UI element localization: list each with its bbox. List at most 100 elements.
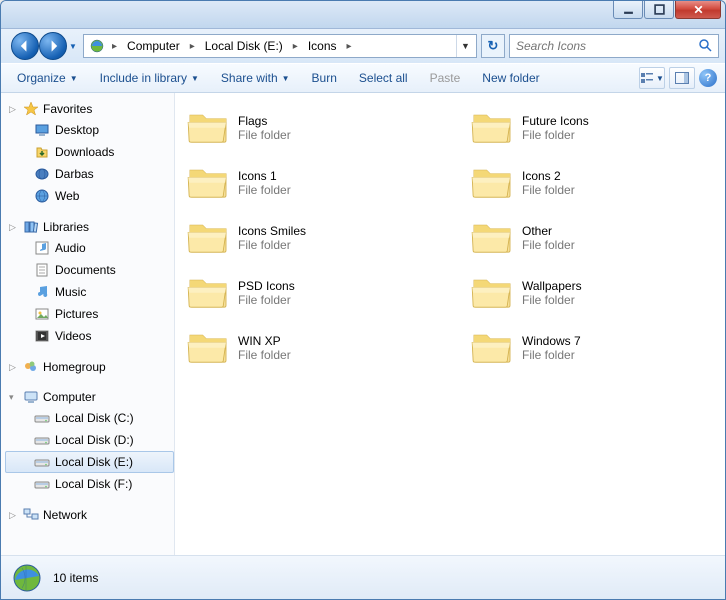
item-label: Pictures [55,307,98,321]
favorites-group[interactable]: ▷ Favorites [5,99,174,119]
folder-tile[interactable]: Icons 2File folder [465,158,719,207]
folder-tile[interactable]: WallpapersFile folder [465,268,719,317]
folder-tile[interactable]: PSD IconsFile folder [181,268,435,317]
computer-group[interactable]: ▾ Computer [5,387,174,407]
search-input[interactable] [516,39,698,53]
nav-item[interactable]: Desktop [5,119,174,141]
nav-item[interactable]: Local Disk (D:) [5,429,174,451]
item-label: Videos [55,329,91,343]
folder-tile[interactable]: Future IconsFile folder [465,103,719,152]
nav-item[interactable]: Darbas [5,163,174,185]
item-icon [34,476,50,492]
include-in-library-button[interactable]: Include in library▼ [92,68,207,88]
nav-item[interactable]: Downloads [5,141,174,163]
computer-label: Computer [43,390,96,404]
navbar: ▼ ▸ Computer ▸ Local Disk (E:) ▸ Icons ▸… [1,29,725,63]
folder-tile[interactable]: Windows 7File folder [465,323,719,372]
forward-button[interactable] [39,32,67,60]
burn-button[interactable]: Burn [304,68,345,88]
item-icon [34,328,50,344]
folder-icon [186,218,230,257]
folder-tile[interactable]: Icons SmilesFile folder [181,213,435,262]
folder-tile[interactable]: OtherFile folder [465,213,719,262]
new-folder-button[interactable]: New folder [474,68,547,88]
nav-item[interactable]: Local Disk (C:) [5,407,174,429]
libraries-icon [23,219,39,235]
libraries-label: Libraries [43,220,89,234]
breadcrumb-segment[interactable]: Computer [121,35,186,57]
nav-item[interactable]: Local Disk (E:) [5,451,174,473]
folder-name: Icons 1 [238,169,291,183]
item-icon [34,306,50,322]
item-label: Local Disk (F:) [55,477,132,491]
back-button[interactable] [11,32,39,60]
folder-name: Windows 7 [522,334,581,348]
folder-tile[interactable]: FlagsFile folder [181,103,435,152]
minimize-button[interactable] [613,1,643,19]
network-label: Network [43,508,87,522]
address-bar[interactable]: ▸ Computer ▸ Local Disk (E:) ▸ Icons ▸ ▼ [83,34,477,58]
folder-type: File folder [522,183,575,197]
address-history-dropdown[interactable]: ▼ [456,35,474,57]
nav-history-dropdown[interactable]: ▼ [67,32,79,60]
folder-tile[interactable]: Icons 1File folder [181,158,435,207]
folder-name: Icons Smiles [238,224,306,238]
breadcrumb-root-arrow[interactable]: ▸ [108,41,121,52]
breadcrumb-segment[interactable]: Icons [302,35,343,57]
items-view[interactable]: FlagsFile folderFuture IconsFile folderI… [175,93,725,555]
view-options-button[interactable]: ▼ [639,67,665,89]
item-label: Music [55,285,86,299]
libraries-group[interactable]: ▷ Libraries [5,217,174,237]
nav-item[interactable]: Documents [5,259,174,281]
computer-icon [23,389,39,405]
nav-item[interactable]: Local Disk (F:) [5,473,174,495]
item-icon [34,262,50,278]
star-icon [23,101,39,117]
folder-icon [470,328,514,367]
item-label: Documents [55,263,116,277]
item-label: Local Disk (D:) [55,433,134,447]
nav-item[interactable]: Videos [5,325,174,347]
close-button[interactable] [675,1,721,19]
folder-icon [186,163,230,202]
share-with-button[interactable]: Share with▼ [213,68,298,88]
folder-icon [186,273,230,312]
help-button[interactable]: ? [699,69,717,87]
search-box[interactable] [509,34,719,58]
folder-icon [186,108,230,147]
folder-type: File folder [522,128,589,142]
folder-type: File folder [238,183,291,197]
favorites-label: Favorites [43,102,92,116]
homegroup-icon [23,359,39,375]
maximize-button[interactable] [644,1,674,19]
breadcrumb-arrow[interactable]: ▸ [343,41,356,52]
folder-tile[interactable]: WIN XPFile folder [181,323,435,372]
item-icon [34,188,50,204]
breadcrumb-arrow[interactable]: ▸ [186,41,199,52]
breadcrumb-segment[interactable]: Local Disk (E:) [199,35,289,57]
location-icon [88,37,106,55]
folder-type: File folder [522,293,582,307]
folder-type: File folder [522,348,581,362]
nav-item[interactable]: Pictures [5,303,174,325]
item-icon [34,410,50,426]
search-icon[interactable] [698,38,712,55]
nav-item[interactable]: Music [5,281,174,303]
folder-type: File folder [238,238,306,252]
select-all-button[interactable]: Select all [351,68,416,88]
network-icon [23,507,39,523]
folder-name: Future Icons [522,114,589,128]
preview-pane-button[interactable] [669,67,695,89]
titlebar [1,1,725,29]
nav-item[interactable]: Audio [5,237,174,259]
nav-item[interactable]: Web [5,185,174,207]
refresh-button[interactable]: ↻ [481,34,505,58]
details-pane: 10 items [1,555,725,599]
item-icon [34,122,50,138]
breadcrumb-arrow[interactable]: ▸ [289,41,302,52]
homegroup-group[interactable]: ▷ Homegroup [5,357,174,377]
network-group[interactable]: ▷ Network [5,505,174,525]
organize-button[interactable]: Organize▼ [9,68,86,88]
folder-icon [186,328,230,367]
paste-button: Paste [422,68,469,88]
